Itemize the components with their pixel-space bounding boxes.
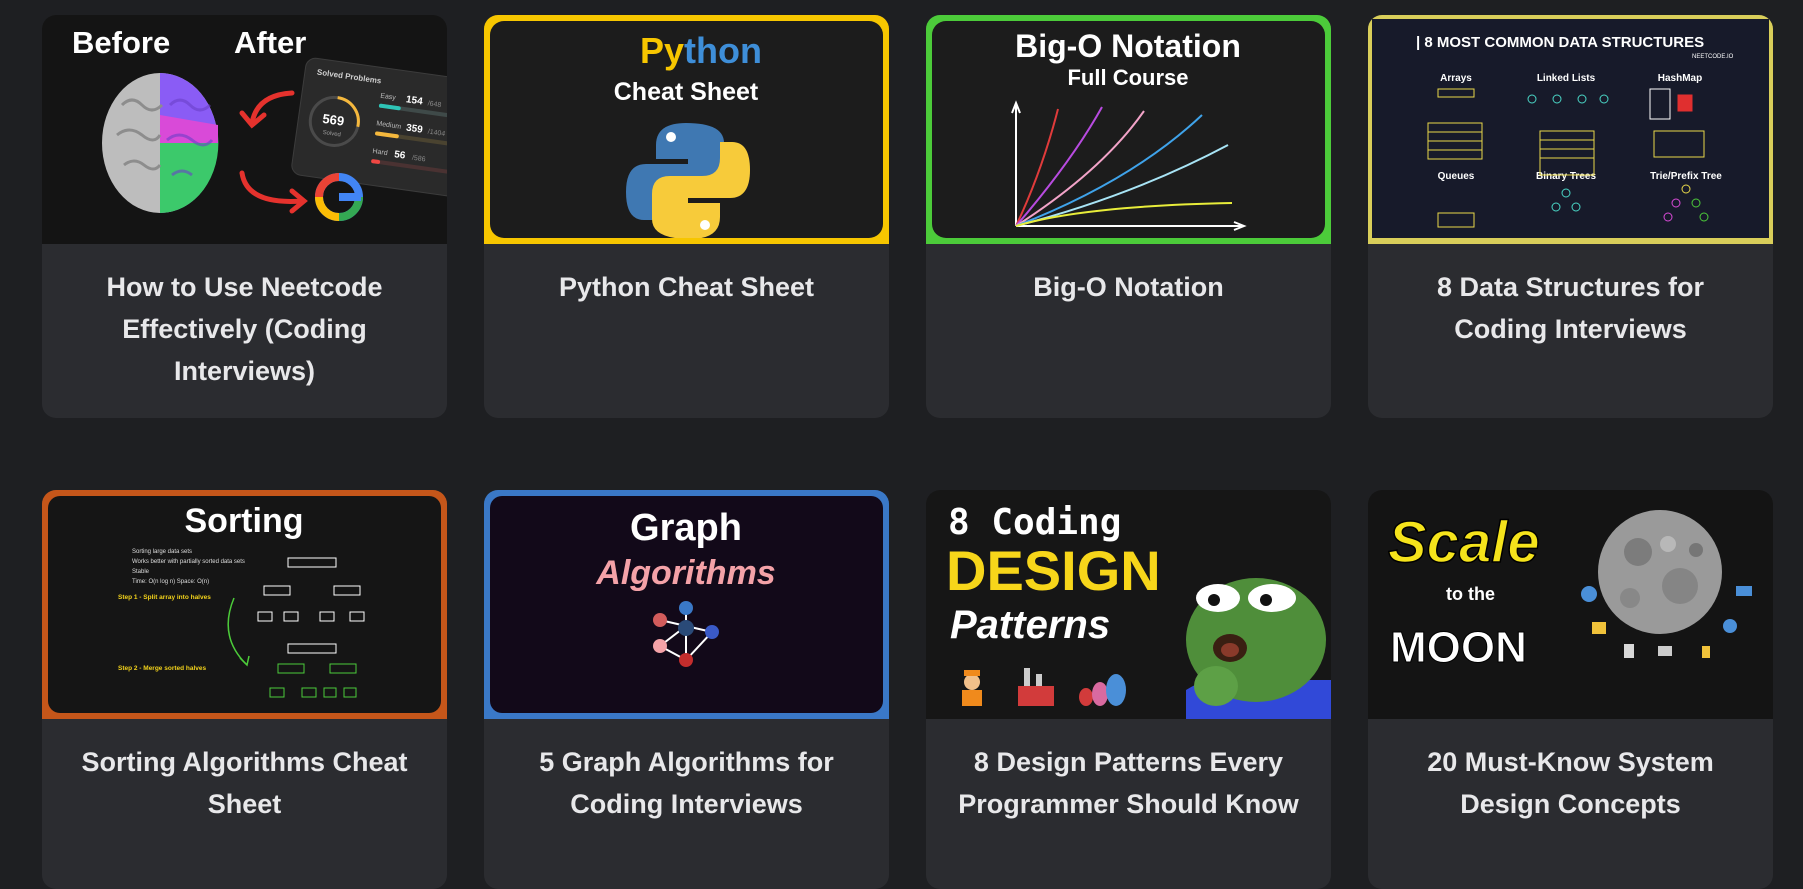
thumbnail: Sorting Sorting large data sets Works be… — [42, 490, 447, 719]
course-card-sorting-cheat-sheet[interactable]: Sorting Sorting large data sets Works be… — [42, 490, 447, 889]
brain-illustration — [102, 73, 219, 214]
thumb-bullet: Sorting large data sets — [132, 549, 192, 555]
graph-network-icon — [653, 601, 719, 667]
card-title[interactable]: Python Cheat Sheet — [484, 244, 889, 308]
matryoshka-dolls-icon — [1079, 674, 1126, 706]
thumb-line-1: Scale — [1388, 510, 1540, 575]
thumb-heading: Big-O Notation — [1015, 28, 1241, 64]
thumb-line-1: 8 Coding — [948, 502, 1121, 543]
ds-section-binary-trees: Binary Trees — [1536, 171, 1596, 182]
thumb-step-1: Step 1 - Split array into halves — [118, 594, 211, 601]
factory-icon — [1018, 668, 1054, 706]
card-title[interactable]: Sorting Algorithms Cheat Sheet — [42, 719, 447, 825]
stat-value: 56 — [394, 149, 407, 162]
course-card-system-design[interactable]: Scale to the MOON 20 Must-Know System De… — [1368, 490, 1773, 889]
course-card-design-patterns[interactable]: 8 Coding DESIGN Patterns 8 Design Patter… — [926, 490, 1331, 889]
card-title[interactable]: Big-O Notation — [926, 244, 1331, 308]
thumb-line-3: Patterns — [950, 603, 1110, 647]
pepe-frog-illustration — [1186, 578, 1331, 719]
card-title[interactable]: 8 Design Patterns Every Programmer Shoul… — [926, 719, 1331, 825]
card-title[interactable]: 20 Must-Know System Design Concepts — [1368, 719, 1773, 825]
course-card-python-cheat-sheet[interactable]: Python Cheat Sheet Python Cheat Sheet — [484, 15, 889, 418]
course-card-big-o-notation[interactable]: Big-O Notation Full Course Big-O Notatio… — [926, 15, 1331, 418]
thumb-line-2: to the — [1446, 584, 1495, 604]
worker-icon — [962, 670, 982, 706]
google-logo-icon — [315, 173, 363, 221]
card-title[interactable]: 8 Data Structures for Coding Interviews — [1368, 244, 1773, 350]
thumb-line-2: DESIGN — [946, 539, 1161, 602]
ds-section-queues: Queues — [1438, 171, 1475, 182]
thumb-before-label: Before — [72, 25, 170, 60]
thumb-subtitle: Algorithms — [595, 554, 775, 592]
course-card-neetcode-effectively[interactable]: Before After Solved Problems 569 Solved … — [42, 15, 447, 418]
thumb-brand: NEETCODE.IO — [1692, 54, 1734, 60]
course-card-data-structures[interactable]: | 8 MOST COMMON DATA STRUCTURES NEETCODE… — [1368, 15, 1773, 418]
python-logo-icon — [626, 123, 750, 238]
ds-section-linked-lists: Linked Lists — [1537, 73, 1596, 84]
ds-section-arrays: Arrays — [1440, 73, 1472, 84]
thumb-bullet: Stable — [132, 569, 150, 575]
thumbnail: Python Cheat Sheet — [484, 15, 889, 244]
thumbnail: Before After Solved Problems 569 Solved … — [42, 15, 447, 244]
thumb-subtitle: Cheat Sheet — [614, 78, 759, 106]
thumb-heading: | 8 MOST COMMON DATA STRUCTURES — [1416, 34, 1704, 51]
ds-section-hashmap: HashMap — [1658, 73, 1702, 84]
thumbnail: 8 Coding DESIGN Patterns — [926, 490, 1331, 719]
solved-count: 569 — [322, 111, 346, 129]
ds-section-trie: Trie/Prefix Tree — [1650, 171, 1722, 182]
thumb-bullet: Works better with partially sorted data … — [132, 559, 245, 565]
thumb-heading: Sorting — [185, 502, 304, 540]
thumb-subtitle: Full Course — [1067, 65, 1188, 90]
thumb-heading: Graph — [630, 507, 742, 549]
thumbnail: Scale to the MOON — [1368, 490, 1773, 719]
growth-curves-illustration — [1011, 100, 1247, 231]
ds-diagrams — [1427, 88, 1709, 228]
thumb-after-label: After — [234, 25, 306, 60]
card-title[interactable]: How to Use Neetcode Effectively (Coding … — [42, 244, 447, 392]
stats-panel: Solved Problems 569 Solved Easy 154 /648… — [291, 57, 447, 198]
thumbnail: Graph Algorithms — [484, 490, 889, 719]
thumb-heading: Python — [640, 30, 762, 71]
course-card-graph-algorithms[interactable]: Graph Algorithms 5 Graph Algorithms for … — [484, 490, 889, 889]
card-title[interactable]: 5 Graph Algorithms for Coding Interviews — [484, 719, 889, 825]
moon-illustration — [1598, 510, 1722, 634]
video-grid: Before After Solved Problems 569 Solved … — [0, 0, 1803, 889]
thumbnail: Big-O Notation Full Course — [926, 15, 1331, 244]
merge-sort-diagram — [227, 557, 365, 698]
thumb-bullet: Time: O(n log n) Space: O(n) — [132, 579, 209, 585]
thumbnail: | 8 MOST COMMON DATA STRUCTURES NEETCODE… — [1368, 15, 1773, 244]
thumb-step-2: Step 2 - Merge sorted halves — [118, 665, 207, 672]
thumb-line-3: MOON — [1390, 623, 1527, 672]
